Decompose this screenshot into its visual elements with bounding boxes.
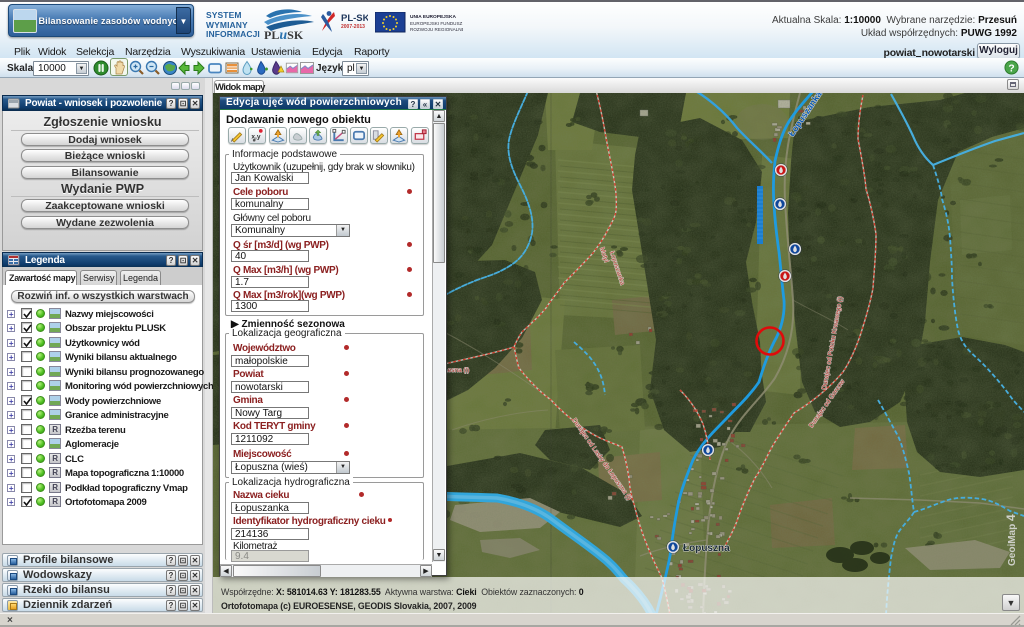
svg-text:PL-SK: PL-SK xyxy=(341,13,368,24)
svg-text:Łopuszna: Łopuszna xyxy=(683,543,730,554)
svg-text:?: ? xyxy=(1008,63,1014,74)
svg-text:EUROPEJSKI FUNDUSZ: EUROPEJSKI FUNDUSZ xyxy=(410,21,463,26)
svg-text:PLuSK: PLuSK xyxy=(264,28,304,40)
svg-text:Lesna (l): Lesna (l) xyxy=(444,367,469,374)
svg-text:ROZWOJU REGIONALNEGO: ROZWOJU REGIONALNEGO xyxy=(410,27,463,32)
svg-text:GeoiMap 4: GeoiMap 4 xyxy=(1004,514,1018,566)
svg-text:x,y: x,y xyxy=(252,133,261,140)
svg-text:2007-2013: 2007-2013 xyxy=(341,24,365,30)
svg-text:UNIA EUROPEJSKA: UNIA EUROPEJSKA xyxy=(410,14,456,20)
